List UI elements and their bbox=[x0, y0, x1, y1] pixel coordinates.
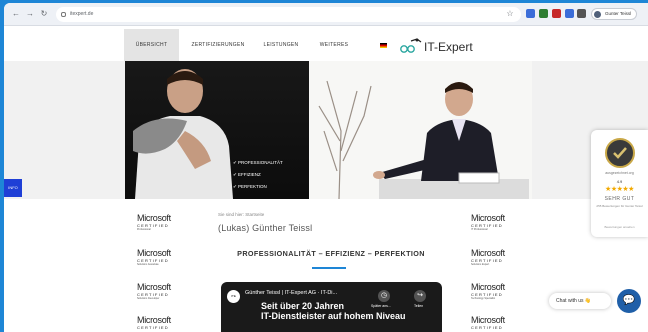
video-overlay-line2: IT-Dienstleister auf hohem Niveau bbox=[261, 311, 406, 321]
forward-button[interactable]: → bbox=[24, 8, 36, 20]
watch-later-label[interactable]: Später ans... bbox=[371, 304, 391, 308]
cert-sub: Solutions Developer bbox=[137, 297, 160, 300]
microsoft-cert-right-4: Microsoft CERTIFIED bbox=[471, 315, 523, 332]
site-info-icon[interactable] bbox=[61, 12, 66, 17]
badge-domain: ausgezeichnet.org bbox=[605, 171, 634, 175]
checkmark-seal-icon bbox=[605, 138, 635, 168]
profile-button[interactable]: Gunter Teissl bbox=[591, 8, 637, 20]
cert-sub: Solutions Expert bbox=[471, 263, 490, 266]
cert-label: CERTIFIED bbox=[137, 325, 169, 330]
share-label[interactable]: Teilen bbox=[414, 304, 423, 308]
hero-bullet-list: PROFESSIONALITÄT EFFIZIENZ PERFEKTION bbox=[233, 157, 283, 193]
tagline: PROFESSIONALITÄT – EFFIZIENZ – PERFEKTIO… bbox=[237, 249, 425, 258]
share-icon[interactable]: ↪ bbox=[414, 290, 426, 302]
bookmark-star-icon[interactable]: ☆ bbox=[504, 8, 516, 20]
hero-bullet-1: PROFESSIONALITÄT bbox=[233, 157, 283, 169]
address-bar[interactable]: itexpert.de bbox=[56, 7, 521, 22]
badge-detail: 255 Bewertungen für Gunter Teissl bbox=[596, 204, 643, 208]
microsoft-cert-right-3: Microsoft CERTIFIED Technology Specialis… bbox=[471, 282, 523, 306]
logo-text[interactable]: IT-Expert bbox=[424, 40, 473, 54]
extension-icon-3[interactable] bbox=[552, 9, 561, 18]
cert-brand: Microsoft bbox=[137, 315, 171, 325]
browser-window: ← → ↻ itexpert.de ☆ Gunter Teissl ÜBERSI… bbox=[4, 3, 648, 332]
cert-brand: Microsoft bbox=[137, 282, 171, 292]
extension-icon-4[interactable] bbox=[565, 9, 574, 18]
chat-prompt[interactable]: Chat with us 👋 bbox=[549, 293, 611, 309]
hero-portrait-dark: PROFESSIONALITÄT EFFIZIENZ PERFEKTION bbox=[125, 61, 309, 199]
cert-brand: Microsoft bbox=[471, 248, 505, 258]
microsoft-cert-left-1: Microsoft CERTIFIED Professional bbox=[137, 213, 189, 237]
cert-brand: Microsoft bbox=[471, 315, 505, 325]
chat-bubble-icon: 💬 bbox=[622, 295, 636, 306]
hero-office-photo bbox=[309, 61, 532, 199]
microsoft-cert-left-4: Microsoft CERTIFIED bbox=[137, 315, 189, 332]
site-navigation: ÜBERSICHT ZERTIFIZIERUNGEN LEISTUNGEN WE… bbox=[124, 29, 534, 61]
badge-grade: SEHR GUT bbox=[604, 196, 635, 202]
microsoft-cert-right-2: Microsoft CERTIFIED Solutions Expert bbox=[471, 248, 523, 272]
chat-button[interactable]: 💬 bbox=[617, 289, 641, 313]
cert-sub: Solutions Associate bbox=[137, 263, 159, 266]
cert-label: CERTIFIED bbox=[471, 325, 503, 330]
cert-brand: Microsoft bbox=[137, 213, 171, 223]
microsoft-cert-left-2: Microsoft CERTIFIED Solutions Associate bbox=[137, 248, 189, 272]
nav-item-uebersicht[interactable]: ÜBERSICHT bbox=[124, 29, 179, 61]
profile-name: Gunter Teissl bbox=[605, 11, 632, 16]
tagline-divider bbox=[312, 267, 346, 269]
cert-sub: Professional bbox=[137, 228, 151, 231]
breadcrumb: Sie sind hier: Startseite bbox=[218, 212, 265, 217]
rating-badge[interactable]: ausgezeichnet.org 4.9 ★★★★★ SEHR GUT 255… bbox=[591, 130, 648, 237]
cert-sub: Technology Specialist bbox=[471, 297, 496, 300]
cert-brand: Microsoft bbox=[471, 213, 505, 223]
page-title: (Lukas) Günther Teissl bbox=[218, 223, 313, 233]
checkmark-icon bbox=[613, 147, 627, 159]
logo-mark-icon[interactable] bbox=[399, 38, 423, 54]
microsoft-cert-left-3: Microsoft CERTIFIED Solutions Developer bbox=[137, 282, 189, 306]
hero-bullet-3: PERFEKTION bbox=[233, 181, 283, 193]
badge-more-link[interactable]: Bewertungen ansehen bbox=[591, 225, 648, 229]
badge-score: 4.9 bbox=[616, 179, 623, 184]
browser-toolbar: ← → ↻ itexpert.de ☆ Gunter Teissl bbox=[4, 3, 648, 26]
cert-sub: IT Professional bbox=[471, 228, 488, 231]
avatar bbox=[594, 11, 601, 18]
video-embed[interactable]: ITE Günther Teissl | IT-Expert AG · IT-D… bbox=[221, 282, 442, 332]
nav-item-weiteres[interactable]: WEITERES bbox=[312, 29, 356, 61]
clock-icon[interactable]: ◷ bbox=[378, 290, 390, 302]
nav-item-leistungen[interactable]: LEISTUNGEN bbox=[256, 29, 306, 61]
extension-icon-2[interactable] bbox=[539, 9, 548, 18]
german-flag-icon[interactable] bbox=[380, 43, 387, 48]
back-button[interactable]: ← bbox=[10, 8, 22, 20]
hero-bullet-2: EFFIZIENZ bbox=[233, 169, 283, 181]
nav-item-zertifizierungen[interactable]: ZERTIFIZIERUNGEN bbox=[186, 29, 250, 61]
video-title[interactable]: Günther Teissl | IT-Expert AG · IT-Di... bbox=[245, 290, 337, 296]
microsoft-cert-right-1: Microsoft CERTIFIED IT Professional bbox=[471, 213, 523, 237]
star-rating-icon: ★★★★★ bbox=[605, 186, 634, 193]
office-desk-illustration bbox=[318, 80, 529, 199]
cert-brand: Microsoft bbox=[137, 248, 171, 258]
reload-button[interactable]: ↻ bbox=[38, 8, 50, 20]
channel-avatar[interactable]: ITE bbox=[227, 290, 240, 303]
puzzle-extensions-icon[interactable] bbox=[577, 9, 586, 18]
cert-brand: Microsoft bbox=[471, 282, 505, 292]
extension-icon-1[interactable] bbox=[526, 9, 535, 18]
address-bar-text: itexpert.de bbox=[70, 11, 94, 17]
info-side-tab[interactable]: INFO bbox=[4, 179, 22, 197]
